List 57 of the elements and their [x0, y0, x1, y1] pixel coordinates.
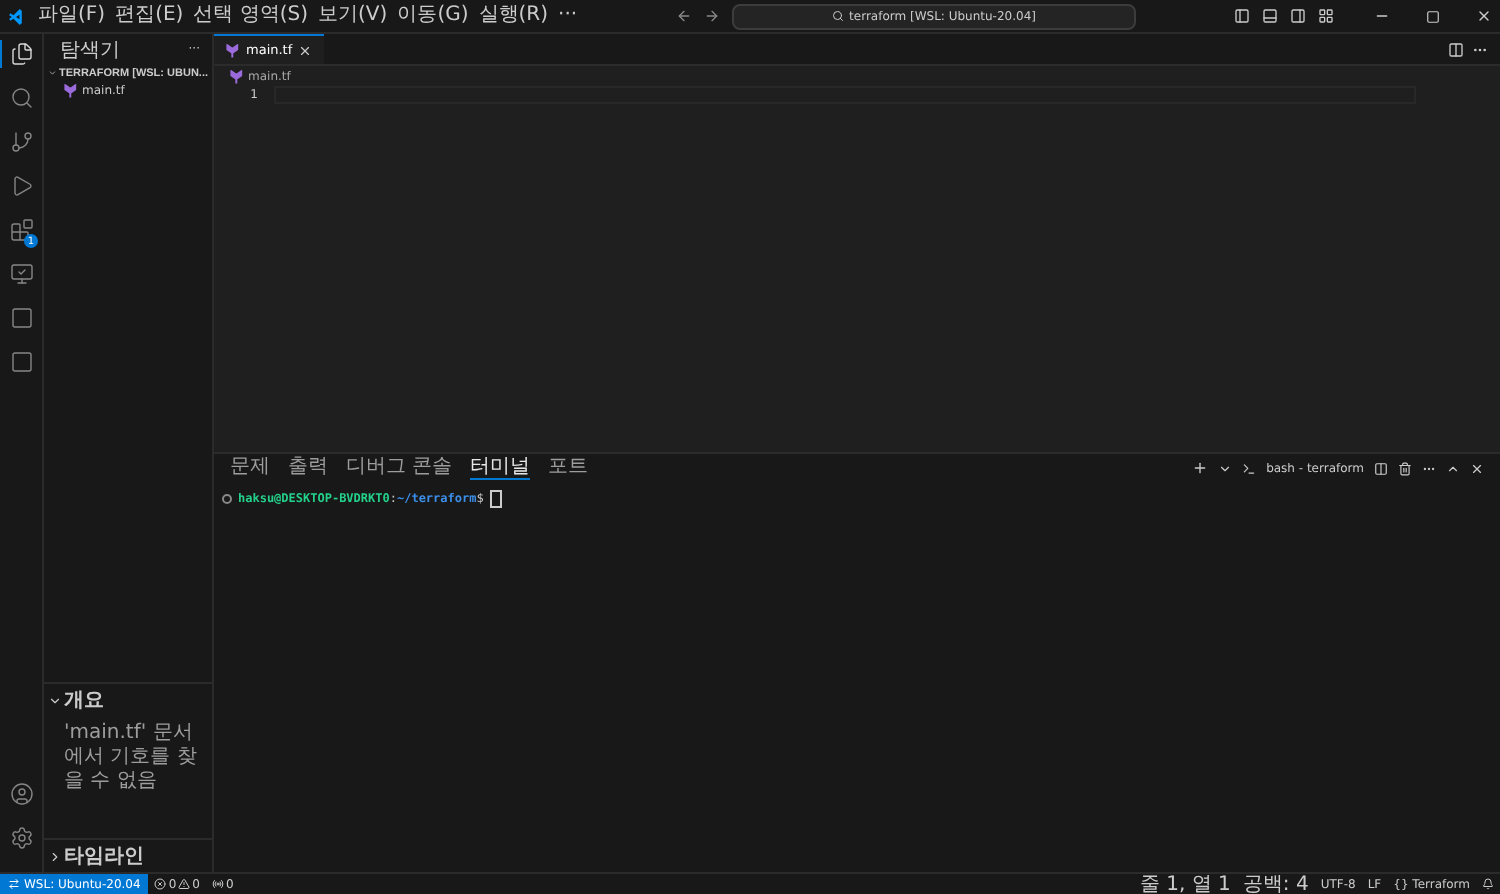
ports-icon [211, 878, 224, 890]
menu-item[interactable]: 보기(V) [318, 2, 388, 30]
notifications-icon[interactable] [1482, 878, 1494, 890]
timeline-header[interactable]: 타임라인 [64, 842, 144, 870]
warning-icon [178, 878, 191, 890]
sidebar-title: 탐색기 [60, 37, 120, 63]
files-icon [10, 42, 34, 66]
outline-message: 'main.tf' 문서에서 기호를 찾을 수 없음 [62, 720, 199, 794]
chevron-icon[interactable] [48, 693, 62, 707]
terraform-file-icon [230, 69, 244, 83]
outline-header[interactable]: 개요 [64, 686, 104, 714]
menu-item[interactable]: 실행(R) [478, 2, 549, 30]
toggle-secondary-sidebar-icon[interactable] [1290, 8, 1306, 24]
app-logo-icon [8, 7, 26, 25]
close-panel-icon[interactable] [1470, 461, 1484, 475]
branch-icon [10, 130, 34, 154]
forward-icon[interactable] [703, 8, 720, 24]
status-item[interactable]: 줄 1, 열 1 [1133, 870, 1237, 894]
panel-tab[interactable]: 포트 [548, 456, 589, 480]
toggle-panel-icon[interactable] [1262, 8, 1278, 24]
terminal-cursor [489, 490, 502, 508]
settings-icon [10, 826, 34, 850]
split-terminal-icon[interactable] [1374, 461, 1388, 475]
close-icon[interactable] [1476, 8, 1492, 24]
trash-icon[interactable] [1398, 461, 1412, 475]
menu-item[interactable]: ··· [558, 2, 578, 30]
terraform-file-icon [64, 84, 78, 98]
back-icon[interactable] [675, 8, 692, 24]
menu-item[interactable]: 파일(F) [38, 2, 106, 30]
remote-icon [8, 878, 20, 890]
dropdown-icon[interactable] [1218, 461, 1233, 475]
menu-item[interactable]: 선택 영역(S) [193, 2, 309, 30]
terminal-icon [1242, 461, 1257, 475]
run-debug-icon [10, 174, 34, 198]
status-item[interactable]: 공백: 4 [1236, 870, 1315, 894]
command-decoration-icon [222, 494, 232, 504]
split-editor-icon[interactable] [1448, 41, 1464, 57]
account-icon [10, 782, 34, 806]
error-icon [154, 878, 167, 890]
panel-tab[interactable]: 디버그 콘솔 [346, 456, 453, 480]
panel-tab[interactable]: 문제 [230, 456, 270, 480]
extensions-icon [10, 218, 34, 242]
close-tab-icon[interactable] [298, 43, 313, 57]
menu-item[interactable]: 이동(G) [397, 2, 469, 30]
search-icon [831, 10, 844, 22]
chevron-icon[interactable] [48, 849, 62, 863]
panel-tab[interactable]: 터미널 [470, 456, 531, 480]
maximize-icon[interactable] [1426, 9, 1440, 23]
menu-item[interactable]: 편집(E) [115, 2, 184, 30]
maximize-panel-icon[interactable] [1446, 461, 1460, 475]
search-icon [10, 86, 34, 110]
remote-explorer-icon [10, 262, 34, 286]
panel-tab[interactable]: 출력 [288, 456, 328, 480]
toggle-sidebar-icon[interactable] [1234, 8, 1250, 24]
new-terminal-icon[interactable] [1192, 460, 1209, 476]
terraform-file-icon [226, 43, 240, 57]
layout-icon[interactable] [1318, 8, 1334, 24]
